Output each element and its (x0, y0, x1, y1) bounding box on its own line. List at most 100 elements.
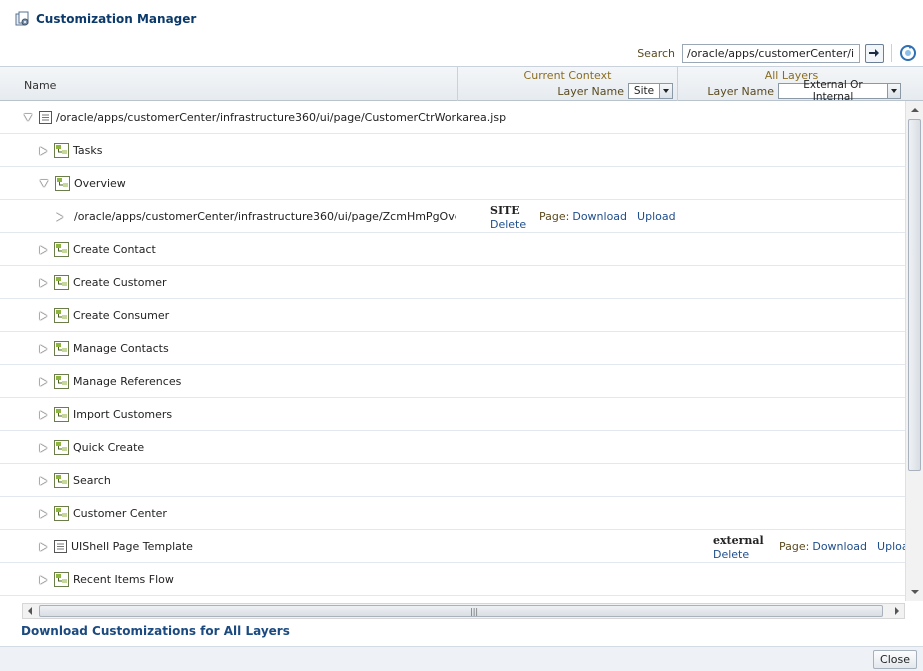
window-title: Customization Manager (14, 11, 196, 27)
all-layers-column: All Layers Layer Name External Or Intern… (677, 67, 905, 103)
upload-link[interactable]: Upload (637, 210, 676, 223)
task-flow-icon (54, 341, 69, 356)
dialog-footer: Close (0, 646, 923, 671)
task-flow-icon (54, 242, 69, 257)
scroll-right-icon[interactable] (895, 607, 899, 615)
tree-node-label: Recent Items Flow (73, 573, 174, 586)
tree-node-label: Create Contact (73, 243, 156, 256)
task-flow-icon (54, 308, 69, 323)
title-bar: Customization Manager (0, 0, 923, 42)
expand-icon[interactable] (40, 542, 47, 551)
search-label: Search (637, 46, 675, 60)
chevron-down-icon (659, 84, 672, 98)
current-context-layer-row: Layer Name Site (458, 83, 677, 99)
task-flow-icon (54, 473, 69, 488)
scroll-left-icon[interactable] (28, 607, 32, 615)
expand-icon[interactable] (40, 344, 47, 353)
tree-node-label: Manage References (73, 375, 182, 388)
tree-row[interactable]: UIShell Page Template external Delete Pa… (0, 530, 905, 563)
tree-row[interactable]: Recent Items Flow (0, 563, 905, 596)
tree-node[interactable]: Import Customers (40, 398, 172, 431)
customization-manager-icon (15, 11, 29, 26)
tree-row[interactable]: Import Customers (0, 398, 905, 431)
all-layers-layer-row: Layer Name External Or Internal (678, 79, 905, 103)
tree-row[interactable]: Customer Center (0, 497, 905, 530)
vertical-scrollbar[interactable] (905, 101, 923, 601)
tree-node[interactable]: Create Customer (40, 266, 166, 299)
tree-node[interactable]: Recent Items Flow (40, 563, 174, 596)
window-title-text: Customization Manager (36, 12, 197, 26)
upload-link[interactable]: Upload (877, 540, 905, 553)
vertical-scroll-thumb[interactable] (908, 119, 921, 471)
scroll-down-icon[interactable] (911, 590, 919, 594)
collapse-icon[interactable] (40, 180, 48, 187)
tree-node[interactable]: Quick Create (40, 431, 144, 464)
all-layers-layer-select[interactable]: External Or Internal (778, 79, 901, 103)
tree-node[interactable]: Search (40, 464, 111, 497)
tree-row[interactable]: Overview (0, 167, 905, 200)
current-context-column: Current Context Layer Name Site (457, 67, 677, 101)
close-button[interactable]: Close (873, 650, 917, 669)
horizontal-scroll-thumb[interactable]: ||| (39, 605, 883, 617)
tree-node[interactable]: Create Consumer (40, 299, 169, 332)
table-header: Name Current Context Layer Name Site All… (0, 66, 923, 103)
current-context-layer-label: Layer Name (557, 84, 624, 98)
tree-node[interactable]: /oracle/apps/customerCenter/infrastructu… (24, 101, 506, 134)
expand-icon[interactable] (56, 212, 63, 221)
tree-row[interactable]: Quick Create (0, 431, 905, 464)
download-link[interactable]: Download (572, 210, 627, 223)
tree-row[interactable]: Manage Contacts (0, 332, 905, 365)
tree-node[interactable]: Manage References (40, 365, 181, 398)
tree-node[interactable]: /oracle/apps/customerCenter/infrastructu… (56, 200, 456, 233)
expand-icon[interactable] (40, 476, 47, 485)
grip-icon: ||| (470, 607, 479, 616)
tree-node[interactable]: Tasks (40, 134, 102, 167)
tree-node-label: /oracle/apps/customerCenter/infrastructu… (56, 111, 507, 124)
delete-link[interactable]: Delete (490, 218, 526, 231)
expand-icon[interactable] (40, 278, 47, 287)
tree-node[interactable]: Create Contact (40, 233, 156, 266)
horizontal-scrollbar[interactable]: ||| (22, 603, 905, 619)
tree-node[interactable]: Manage Contacts (40, 332, 169, 365)
tree-row[interactable]: Create Consumer (0, 299, 905, 332)
expand-icon[interactable] (40, 377, 47, 386)
tree-node[interactable]: Customer Center (40, 497, 167, 530)
tree-row[interactable]: Create Customer (0, 266, 905, 299)
page-icon (54, 540, 67, 553)
search-go-button[interactable] (865, 43, 884, 63)
tree-node-label: Import Customers (73, 408, 173, 421)
refresh-icon[interactable] (899, 44, 917, 62)
expand-icon[interactable] (40, 146, 47, 155)
expand-icon[interactable] (40, 311, 47, 320)
expand-icon[interactable] (40, 410, 47, 419)
expand-icon[interactable] (40, 575, 47, 584)
download-all-layers-link[interactable]: Download Customizations for All Layers (21, 624, 290, 638)
tree-row[interactable]: Search (0, 464, 905, 497)
arrow-right-icon (869, 49, 879, 57)
expand-icon[interactable] (40, 443, 47, 452)
page-actions: Page: Download Upload (539, 200, 686, 233)
current-context-layer-select[interactable]: Site (628, 83, 673, 99)
tree-row[interactable]: Tasks (0, 134, 905, 167)
tree-node[interactable]: Overview (40, 167, 126, 200)
tree-node-label: Search (73, 474, 111, 487)
download-link[interactable]: Download (812, 540, 867, 553)
task-flow-icon (54, 506, 69, 521)
collapse-icon[interactable] (24, 114, 32, 121)
all-layers-layer-value: External Or Internal (803, 79, 863, 103)
scroll-up-icon[interactable] (911, 108, 919, 112)
delete-link[interactable]: Delete (713, 548, 764, 561)
customization-layer-name: external (713, 534, 764, 547)
search-bar: Search (637, 42, 917, 64)
tree-node[interactable]: UIShell Page Template (40, 530, 193, 563)
tree-row[interactable]: /oracle/apps/customerCenter/infrastructu… (0, 101, 905, 134)
all-layers-layer-label: Layer Name (707, 84, 774, 98)
tree-node-label: Manage Contacts (73, 342, 169, 355)
search-input[interactable] (682, 43, 860, 63)
tree-row[interactable]: Manage References (0, 365, 905, 398)
tree-row[interactable]: /oracle/apps/customerCenter/infrastructu… (0, 200, 905, 233)
customization-layer-name: SITE (490, 204, 520, 217)
expand-icon[interactable] (40, 245, 47, 254)
expand-icon[interactable] (40, 509, 47, 518)
tree-row[interactable]: Create Contact (0, 233, 905, 266)
